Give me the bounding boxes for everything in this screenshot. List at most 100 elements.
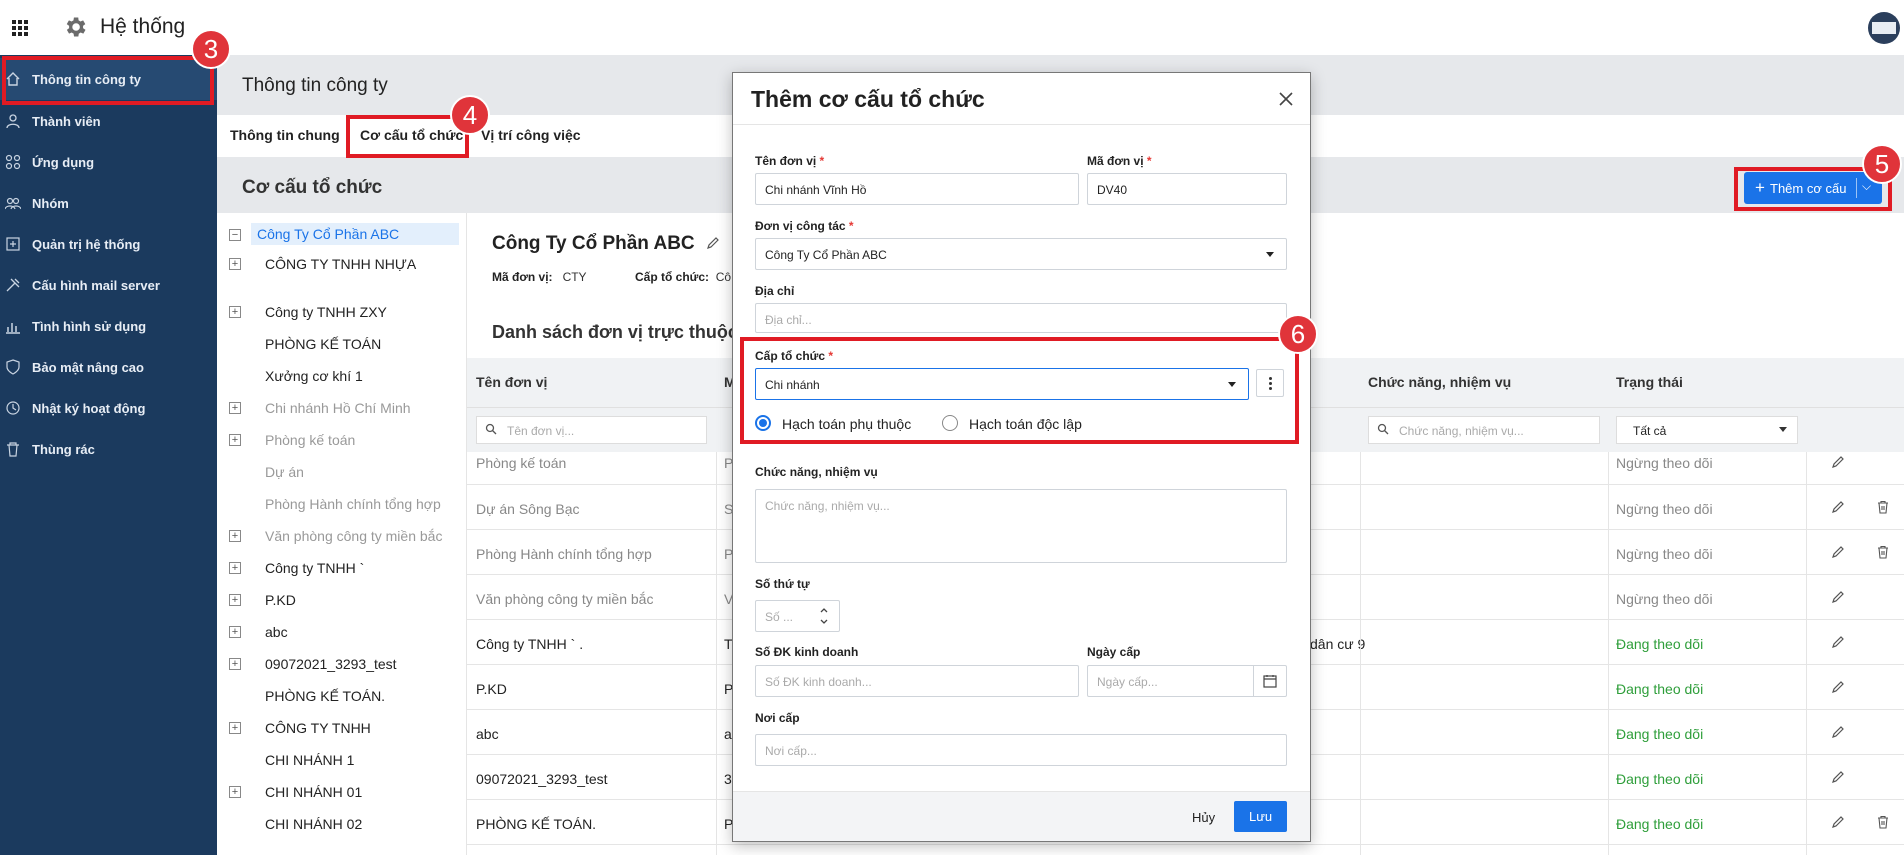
business-reg-input[interactable]: Số ĐK kinh doanh...: [755, 665, 1079, 697]
sidebar-item-trash[interactable]: Thùng rác: [0, 428, 217, 470]
close-icon[interactable]: [1275, 88, 1297, 110]
edit-icon[interactable]: [1831, 770, 1845, 784]
order-label: Số thứ tự: [755, 577, 810, 591]
tree-item[interactable]: + Công ty TNHH ZXY: [217, 298, 467, 326]
unit-code-input[interactable]: DV40: [1087, 173, 1287, 205]
app-grid-icon[interactable]: [12, 20, 28, 36]
tree-toggle[interactable]: +: [229, 658, 241, 670]
edit-icon[interactable]: [1831, 680, 1845, 694]
tree-toggle[interactable]: −: [229, 229, 241, 241]
tree-item-label: PHÒNG KẾ TOÁN: [265, 336, 382, 352]
unit-name-input[interactable]: Chi nhánh Vĩnh Hồ: [755, 173, 1079, 205]
tree-toggle[interactable]: +: [229, 562, 241, 574]
issue-place-input[interactable]: Nơi cấp...: [755, 734, 1287, 766]
cell-status: Đang theo dõi: [1616, 816, 1704, 832]
caret-down-icon: [1779, 427, 1787, 432]
edit-icon[interactable]: [1831, 725, 1845, 739]
app-title: Hệ thống: [100, 15, 186, 38]
tab-job-positions[interactable]: Vị trí công việc: [481, 127, 581, 143]
address-input[interactable]: Địa chỉ...: [755, 303, 1287, 333]
tree-item-label: Văn phòng công ty miền bắc: [265, 528, 443, 544]
tree-item[interactable]: + abc: [217, 618, 467, 646]
tree-item-label: Chi nhánh Hồ Chí Minh: [265, 400, 411, 416]
edit-icon[interactable]: [1831, 590, 1845, 604]
order-stepper[interactable]: Số ...: [755, 600, 840, 632]
list-title: Danh sách đơn vị trực thuộc: [492, 322, 738, 342]
sidebar-item-mail-server[interactable]: Cấu hình mail server: [0, 264, 217, 306]
cell-name: Công ty TNHH ` .: [476, 636, 584, 652]
trash-icon[interactable]: [1876, 815, 1890, 829]
cancel-button[interactable]: Hủy: [1192, 810, 1215, 825]
org-tree: − Công Ty Cổ Phần ABC + CÔNG TY TNHH NHỰA …: [217, 213, 467, 855]
tree-item[interactable]: + P.KD: [217, 586, 467, 614]
tree-item[interactable]: +09072021_3293_test: [217, 650, 467, 678]
sidebar-item-security[interactable]: Bảo mật nâng cao: [0, 346, 217, 388]
sidebar-item-apps[interactable]: Ứng dụng: [0, 141, 217, 183]
chart-icon: [6, 323, 20, 334]
edit-icon[interactable]: [706, 236, 720, 250]
tree-item[interactable]: Xưởng cơ khí 1: [217, 362, 467, 390]
tree-item[interactable]: + Văn phòng công ty miền bắc: [217, 522, 467, 550]
avatar[interactable]: [1868, 12, 1900, 44]
tree-item[interactable]: − Công Ty Cổ Phần ABC: [217, 221, 467, 249]
tab-general-info[interactable]: Thông tin chung: [230, 127, 340, 143]
stepper-arrows-icon[interactable]: [818, 605, 830, 627]
column-status[interactable]: Trạng thái: [1616, 374, 1683, 390]
function-textarea[interactable]: Chức năng, nhiệm vụ...: [755, 489, 1287, 563]
trash-icon[interactable]: [1876, 545, 1890, 559]
section-title: Cơ cấu tổ chức: [242, 177, 383, 198]
tree-item[interactable]: + CÔNG TY TNHH: [217, 714, 467, 742]
tree-toggle[interactable]: +: [229, 258, 241, 270]
tree-item[interactable]: + CHI NHÁNH 01: [217, 778, 467, 806]
tree-toggle[interactable]: +: [229, 594, 241, 606]
search-icon: [1377, 423, 1389, 435]
tree-item[interactable]: + Công ty TNHH `: [217, 554, 467, 582]
tree-item[interactable]: Phòng Hành chính tổng hợp: [217, 490, 467, 518]
business-reg-label: Số ĐK kinh doanh: [755, 645, 859, 659]
trash-icon[interactable]: [1876, 500, 1890, 514]
sidebar-item-members[interactable]: Thành viên: [0, 100, 217, 142]
sidebar-item-usage[interactable]: Tình hình sử dụng: [0, 305, 217, 347]
tree-item[interactable]: + Chi nhánh Hồ Chí Minh: [217, 394, 467, 422]
tree-item[interactable]: + CÔNG TY TNHH NHỰA: [217, 250, 467, 278]
tree-toggle[interactable]: +: [229, 722, 241, 734]
column-function[interactable]: Chức năng, nhiệm vụ: [1368, 374, 1511, 390]
cell-status: Ngừng theo dõi: [1616, 501, 1713, 517]
calendar-icon[interactable]: [1263, 674, 1277, 688]
tree-item-label: Công Ty Cổ Phần ABC: [251, 223, 459, 245]
sidebar-item-activity-log[interactable]: Nhật ký hoạt động: [0, 387, 217, 429]
column-divider: [1360, 452, 1361, 855]
column-name[interactable]: Tên đơn vị: [476, 374, 547, 390]
save-button[interactable]: Lưu: [1234, 801, 1287, 832]
tree-toggle[interactable]: +: [229, 402, 241, 414]
sidebar-item-label: Nhóm: [32, 195, 69, 211]
edit-icon[interactable]: [1831, 455, 1845, 469]
work-unit-select[interactable]: Công Ty Cổ Phần ABC: [755, 238, 1287, 270]
tree-item[interactable]: + Phòng kế toán: [217, 426, 467, 454]
tree-item[interactable]: PHÒNG KẾ TOÁN: [217, 330, 467, 358]
trash-icon: [7, 442, 19, 457]
tree-item[interactable]: Dự án: [217, 458, 467, 486]
name-filter-input[interactable]: Tên đơn vị...: [476, 416, 707, 444]
sidebar-item-admin[interactable]: Quản trị hệ thống: [0, 223, 217, 265]
sidebar-item-groups[interactable]: Nhóm: [0, 182, 217, 224]
gear-icon: [66, 17, 86, 37]
function-filter-input[interactable]: Chức năng, nhiệm vụ...: [1368, 416, 1600, 444]
tree-toggle[interactable]: +: [229, 306, 241, 318]
edit-icon[interactable]: [1831, 545, 1845, 559]
tree-item[interactable]: CHI NHÁNH 02: [217, 810, 467, 838]
tree-item[interactable]: CHI NHÁNH 1: [217, 746, 467, 774]
tree-item[interactable]: PHÒNG KẾ TOÁN.: [217, 682, 467, 710]
edit-icon[interactable]: [1831, 635, 1845, 649]
search-icon: [485, 423, 497, 435]
status-filter-select[interactable]: Tất cả: [1616, 416, 1798, 444]
tree-toggle[interactable]: +: [229, 626, 241, 638]
tree-toggle[interactable]: +: [229, 434, 241, 446]
tree-toggle[interactable]: +: [229, 530, 241, 542]
column-divider: [1806, 452, 1807, 855]
tree-toggle[interactable]: +: [229, 786, 241, 798]
edit-icon[interactable]: [1831, 500, 1845, 514]
edit-icon[interactable]: [1831, 815, 1845, 829]
sidebar-item-label: Thùng rác: [32, 441, 95, 457]
issue-date-input[interactable]: Ngày cấp...: [1087, 665, 1287, 697]
